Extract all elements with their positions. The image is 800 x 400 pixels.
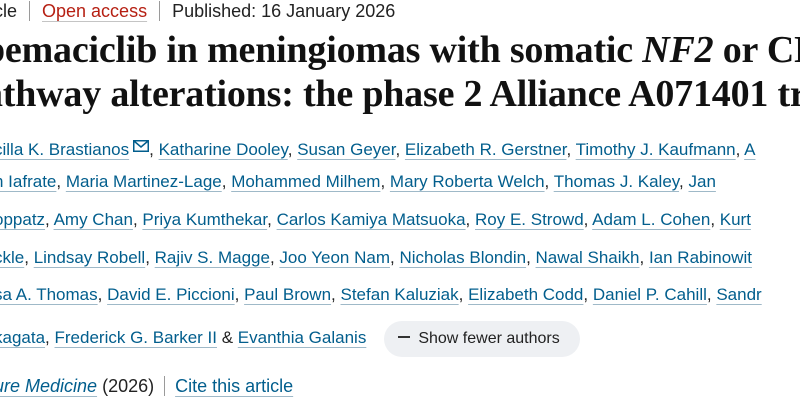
- separator: ,: [566, 140, 576, 159]
- separator: ,: [544, 172, 554, 191]
- separator: ,: [132, 210, 143, 229]
- author-link[interactable]: n Iafrate: [0, 172, 56, 191]
- title-gene: NF2: [642, 29, 714, 71]
- journal-link[interactable]: ure Medicine: [0, 376, 97, 396]
- separator: ,: [97, 285, 108, 304]
- article-type: cle: [0, 1, 18, 21]
- author-link[interactable]: Priya Kumthekar: [142, 210, 267, 229]
- author-link[interactable]: Nicholas Blondin: [399, 248, 526, 267]
- author-link[interactable]: sa A. Thomas: [0, 285, 98, 304]
- author-link[interactable]: Paul Brown: [244, 285, 331, 304]
- divider: [164, 376, 166, 396]
- title-text: bemaciclib in meningiomas with somatic: [0, 29, 643, 71]
- separator: ,: [24, 248, 34, 267]
- author-link[interactable]: Mary Roberta Welch: [390, 172, 545, 191]
- author-link[interactable]: Carlos Kamiya Matsuoka: [277, 210, 466, 229]
- separator: ,: [639, 248, 649, 267]
- author-link[interactable]: Susan Geyer: [297, 140, 395, 159]
- separator: ,: [331, 285, 341, 304]
- separator: ,: [395, 140, 405, 159]
- separator: ,: [145, 248, 155, 267]
- author-row: n Iafrate, Maria Martinez-Lage, Mohammed…: [0, 171, 716, 193]
- author-link[interactable]: kagata: [0, 328, 45, 347]
- article-title-line-2: athway alterations: the phase 2 Alliance…: [0, 72, 800, 116]
- separator: ,: [267, 210, 277, 229]
- author-row: cilla K. Brastianos, Katharine Dooley, S…: [0, 136, 756, 161]
- divider: [29, 1, 31, 21]
- author-link[interactable]: Daniel P. Cahill: [593, 285, 707, 304]
- separator: ,: [380, 172, 390, 191]
- show-fewer-label: Show fewer authors: [418, 329, 560, 347]
- author-link[interactable]: Evanthia Galanis: [238, 328, 367, 347]
- cite-article-link[interactable]: Cite this article: [175, 376, 293, 396]
- author-link[interactable]: Adam L. Cohen: [592, 210, 710, 229]
- author-link[interactable]: Roy E. Strowd: [475, 210, 584, 229]
- journal-info: ure Medicine (2026) Cite this article: [0, 374, 293, 398]
- author-link[interactable]: Ian Rabinowit: [649, 248, 752, 267]
- separator: ,: [234, 285, 245, 304]
- author-link[interactable]: David E. Piccioni: [107, 285, 235, 304]
- envelope-icon[interactable]: [133, 136, 150, 152]
- author-link[interactable]: Elizabeth R. Gerstner: [405, 140, 567, 159]
- author-link[interactable]: Elizabeth Codd: [468, 285, 583, 304]
- published-date: Published: 16 January 2026: [172, 1, 396, 21]
- separator: ,: [221, 172, 232, 191]
- ampersand: &: [221, 328, 234, 347]
- author-link[interactable]: Joo Yeon Nam: [279, 248, 390, 267]
- article-meta: cle Open access Published: 16 January 2026: [0, 0, 395, 24]
- divider: [159, 1, 161, 21]
- author-row: oppatz, Amy Chan, Priya Kumthekar, Carlo…: [0, 209, 751, 231]
- separator: ,: [526, 248, 536, 267]
- author-link[interactable]: Nawal Shaikh: [536, 248, 640, 267]
- separator: ,: [458, 285, 469, 304]
- open-access-link[interactable]: Open access: [42, 1, 147, 21]
- author-link[interactable]: Kurt: [720, 210, 751, 229]
- separator: ,: [269, 248, 280, 267]
- author-link[interactable]: Amy Chan: [54, 210, 133, 229]
- journal-year: (2026): [102, 376, 155, 396]
- separator: ,: [149, 140, 159, 159]
- author-link[interactable]: Timothy J. Kaufmann: [576, 140, 736, 159]
- author-link[interactable]: Lindsay Robell: [34, 248, 146, 267]
- author-link[interactable]: Katharine Dooley: [159, 140, 288, 159]
- author-row: ckle, Lindsay Robell, Rajiv S. Magge, Jo…: [0, 247, 752, 269]
- separator: ,: [465, 210, 475, 229]
- separator: ,: [583, 210, 593, 229]
- separator: ,: [706, 285, 717, 304]
- author-link[interactable]: A: [744, 140, 755, 159]
- author-link[interactable]: Rajiv S. Magge: [155, 248, 270, 267]
- author-link[interactable]: Mohammed Milhem: [231, 172, 380, 191]
- article-title-line-1: bemaciclib in meningiomas with somatic N…: [0, 28, 800, 72]
- author-link[interactable]: oppatz: [0, 210, 45, 229]
- author-link[interactable]: Thomas J. Kaley: [554, 172, 679, 191]
- author-row-last: kagata, Frederick G. Barker II & Evanthi…: [0, 320, 580, 357]
- author-row: sa A. Thomas, David E. Piccioni, Paul Br…: [0, 284, 762, 306]
- separator: ,: [287, 140, 298, 159]
- author-link[interactable]: ckle: [0, 248, 24, 267]
- author-link[interactable]: Maria Martinez-Lage: [66, 172, 222, 191]
- minus-icon: [398, 335, 411, 338]
- author-link[interactable]: cilla K. Brastianos: [0, 140, 129, 159]
- separator: ,: [735, 140, 745, 159]
- author-link[interactable]: Sandr: [716, 285, 761, 304]
- separator: ,: [710, 210, 720, 229]
- author-link[interactable]: Jan: [688, 172, 715, 191]
- separator: ,: [56, 172, 66, 191]
- title-text: athway alterations: the phase 2 Alliance…: [0, 73, 800, 115]
- show-fewer-authors-button[interactable]: Show fewer authors: [384, 320, 580, 357]
- author-link[interactable]: Frederick G. Barker II: [55, 328, 217, 347]
- separator: ,: [583, 285, 593, 304]
- title-text: or CD: [722, 29, 800, 71]
- separator: ,: [45, 210, 54, 229]
- author-link[interactable]: Stefan Kaluziak: [341, 285, 459, 304]
